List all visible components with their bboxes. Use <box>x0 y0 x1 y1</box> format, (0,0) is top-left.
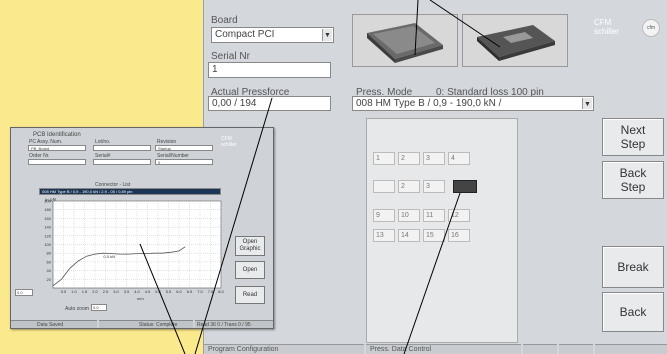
board-select[interactable]: Compact PCI ▼ <box>211 27 334 43</box>
y-tick-label: 200 <box>44 199 51 204</box>
curve-annotation: 0.0 kN <box>103 254 115 259</box>
graph-y-ticks: 20 40 60 80 100 120 140 160 180 200 <box>44 199 51 282</box>
grid-cell-selected[interactable] <box>453 180 477 193</box>
press-mode-select[interactable]: 008 HM Type B / 0,9 - 190,0 kN / ▼ <box>352 96 594 111</box>
x-tick-label: 7.0 <box>197 289 203 294</box>
graph-x-ticks: 0.5 1.0 1.5 2.0 2.5 3.0 3.5 4.0 4.5 5.0 5.5 6.0 6.5 7… <box>61 289 225 294</box>
x-tick-label: 5.5 <box>166 289 172 294</box>
connector-image-2 <box>463 15 567 66</box>
x-tick-label: 4.0 <box>134 289 140 294</box>
grid-cell[interactable]: 9 <box>373 209 395 222</box>
y-tick-label: 180 <box>44 207 51 212</box>
y-tick-label: 80 <box>47 251 52 256</box>
status-segment <box>523 344 557 354</box>
grid-cell[interactable]: 16 <box>448 229 470 242</box>
inset-logo: CFM schiller <box>221 136 237 148</box>
lot-input[interactable] <box>93 145 151 151</box>
x-tick-label: 3.0 <box>113 289 119 294</box>
grid-cell[interactable]: 14 <box>398 229 420 242</box>
auto-zoom-input[interactable]: 0.0 <box>91 304 107 311</box>
actual-pressforce-field: 0,00 / 194 <box>208 96 331 111</box>
x-tick-label: 4.5 <box>145 289 151 294</box>
x-tick-label: 6.5 <box>187 289 193 294</box>
chevron-down-icon[interactable]: ▼ <box>322 29 332 41</box>
inset-status-segment: Data Saved <box>11 320 97 328</box>
grid-cell[interactable]: 2 <box>398 152 420 165</box>
serial-input[interactable]: 1 <box>208 62 331 78</box>
y-tick-label: 140 <box>44 225 51 230</box>
status-segment: Program Configuration <box>204 344 364 354</box>
open-graphic-button[interactable]: Open Graphic <box>235 236 265 256</box>
logo-badge-icon: cfm <box>642 19 660 37</box>
x-tick-label: 1.0 <box>71 289 77 294</box>
board-select-value: Compact PCI <box>215 29 275 40</box>
grid-cell[interactable]: 13 <box>373 229 395 242</box>
grid-cell[interactable]: 15 <box>423 229 445 242</box>
graph-xlabel: mm <box>137 296 144 301</box>
board-label: Board <box>211 15 238 26</box>
pc-assy-input[interactable]: PB_Board <box>28 145 86 151</box>
grid-cell[interactable]: 11 <box>423 209 445 222</box>
x-tick-label: 5.0 <box>155 289 161 294</box>
logo: CFM schiller <box>594 18 619 36</box>
x-tick-label: 2.5 <box>103 289 109 294</box>
revision-input[interactable]: Startup <box>155 145 213 151</box>
open-button[interactable]: Open <box>235 261 265 279</box>
inset-title: PCB Identification <box>33 132 81 138</box>
status-segment <box>559 344 593 354</box>
y-tick-label: 160 <box>44 216 51 221</box>
force-graph: 20 40 60 80 100 120 140 160 180 200 0.5 1.0 1.5 2.0 2… <box>44 199 225 302</box>
order-input[interactable] <box>28 159 86 165</box>
connector-list-select[interactable]: 008 HM Type B / 0,9 - 190,0 kN / 2.9 - 0… <box>39 188 221 195</box>
x-tick-label: 7.5 <box>208 289 214 294</box>
back-button[interactable]: Back <box>602 292 664 332</box>
back-step-button[interactable]: Back Step <box>602 161 664 199</box>
grid-cell[interactable]: 2 <box>398 180 420 193</box>
x-tick-label: 8.0 <box>218 289 224 294</box>
x-tick-label: 0.5 <box>61 289 67 294</box>
y-tick-label: 100 <box>44 242 51 247</box>
y-tick-label: 120 <box>44 233 51 238</box>
grid-cell[interactable]: 4 <box>448 152 470 165</box>
x-tick-label: 3.5 <box>124 289 130 294</box>
x-tick-label: 6.0 <box>176 289 182 294</box>
grid-cell[interactable]: 3 <box>423 180 445 193</box>
press-mode-value: 008 HM Type B / 0,9 - 190,0 kN / <box>356 98 502 109</box>
logo-text-top: CFM <box>594 18 612 27</box>
x-tick-label: 1.5 <box>82 289 88 294</box>
connector-photo-2 <box>462 14 568 67</box>
graph-window: PCB Identification PC Assy. Num. Lot/no.… <box>10 127 274 329</box>
serial-input[interactable] <box>93 159 151 165</box>
serial-label: Serial Nr <box>211 51 250 62</box>
inset-left-field[interactable]: 0.0 <box>15 289 33 296</box>
inset-status-segment: Read 36 0 / Trans 0 / 95 <box>195 320 273 328</box>
x-tick-label: 2.0 <box>92 289 98 294</box>
y-tick-label: 60 <box>47 259 52 264</box>
y-tick-label: 40 <box>47 268 52 273</box>
logo-text-bottom: schiller <box>594 27 619 36</box>
connector-position-panel: 1 2 3 4 2 3 9 10 11 12 13 14 15 16 <box>366 118 518 343</box>
y-tick-label: 20 <box>47 277 52 282</box>
grid-cell[interactable]: 3 <box>423 152 445 165</box>
status-segment <box>595 344 667 354</box>
read-button[interactable]: Read <box>235 286 265 304</box>
chevron-down-icon[interactable]: ▼ <box>582 98 592 109</box>
grid-cell[interactable]: 1 <box>373 152 395 165</box>
inset-status-segment: Status: Complete <box>99 320 193 328</box>
status-segment: Press. Data Control <box>366 344 521 354</box>
serial-number-input[interactable]: 0 <box>155 159 213 165</box>
connector-photo-1 <box>352 14 458 67</box>
grid-cell[interactable] <box>373 180 395 193</box>
grid-cell[interactable]: 10 <box>398 209 420 222</box>
auto-zoom-label: Auto zoom <box>65 306 89 312</box>
break-button[interactable]: Break <box>602 246 664 288</box>
connector-image-1 <box>353 15 457 66</box>
next-step-button[interactable]: Next Step <box>602 118 664 156</box>
grid-cell[interactable]: 12 <box>448 209 470 222</box>
